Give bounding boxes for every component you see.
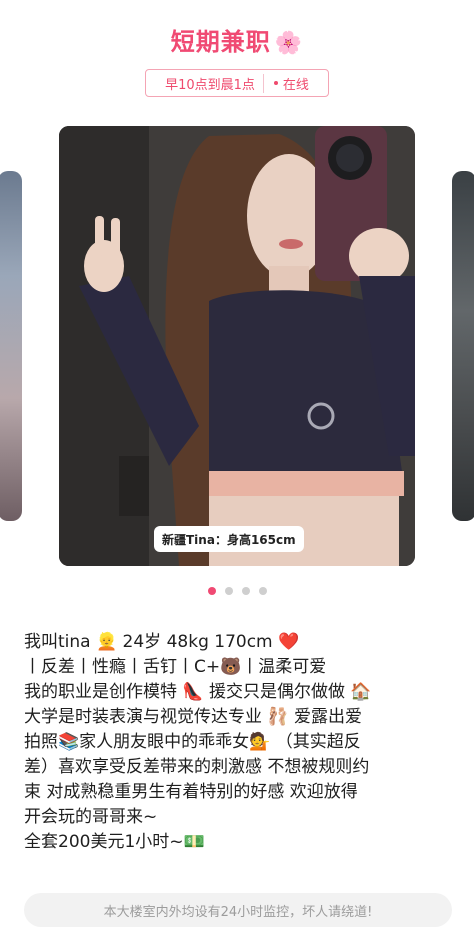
page-title: 短期兼职 🌸 <box>170 28 304 56</box>
description-line: 拍照📚家人朋友眼中的乖乖女💁 （其实超反 <box>24 732 361 752</box>
hours-label: 早10点到晨1点 <box>165 73 264 93</box>
description-line: 我叫tina 👱 24岁 48kg 170cm ❤️ <box>24 632 300 652</box>
description-line: 开会玩的哥哥来~ <box>24 807 158 827</box>
status-label: 在线 <box>282 77 309 93</box>
carousel-dot[interactable] <box>241 587 250 595</box>
carousel-indicator <box>0 587 474 595</box>
security-notice: 本大楼室内外均设有24小时监控，坏人请绕道! <box>24 893 452 927</box>
description-line: 全套200美元1小时~💵 <box>24 832 205 852</box>
description-line: 丨反差丨性瘾丨舌钉丨C+🐻丨温柔可爱 <box>24 657 327 677</box>
description-line: 束 对成熟稳重男生有着特别的好感 欢迎放得 <box>24 782 358 802</box>
hours-badge: 早10点到晨1点 在线 <box>145 69 329 97</box>
prev-photo-card[interactable] <box>0 171 22 521</box>
carousel-dot[interactable] <box>224 587 233 595</box>
profile-description: 我叫tina 👱 24岁 48kg 170cm ❤️ 丨反差丨性瘾丨舌钉丨C+🐻… <box>24 630 454 855</box>
next-photo-card[interactable] <box>452 171 474 521</box>
main-photo[interactable] <box>59 126 415 566</box>
description-line: 我的职业是创作模特 👠 援交只是偶尔做做 🏠 <box>24 682 372 702</box>
photo-illustration <box>59 126 415 566</box>
page-header: 短期兼职 🌸 <box>0 22 474 57</box>
carousel-dot[interactable] <box>258 587 267 595</box>
carousel-dot[interactable] <box>207 587 216 595</box>
photo-caption: 新疆Tina：身高165cm <box>154 526 304 552</box>
description-line: 大学是时装表演与视觉传达专业 🩰 爱露出爱 <box>24 707 362 727</box>
online-dot-icon <box>273 81 278 85</box>
flower-icon: 🌸 <box>274 31 304 56</box>
description-line: 差）喜欢享受反差带来的刺激感 不想被规则约 <box>24 757 370 777</box>
